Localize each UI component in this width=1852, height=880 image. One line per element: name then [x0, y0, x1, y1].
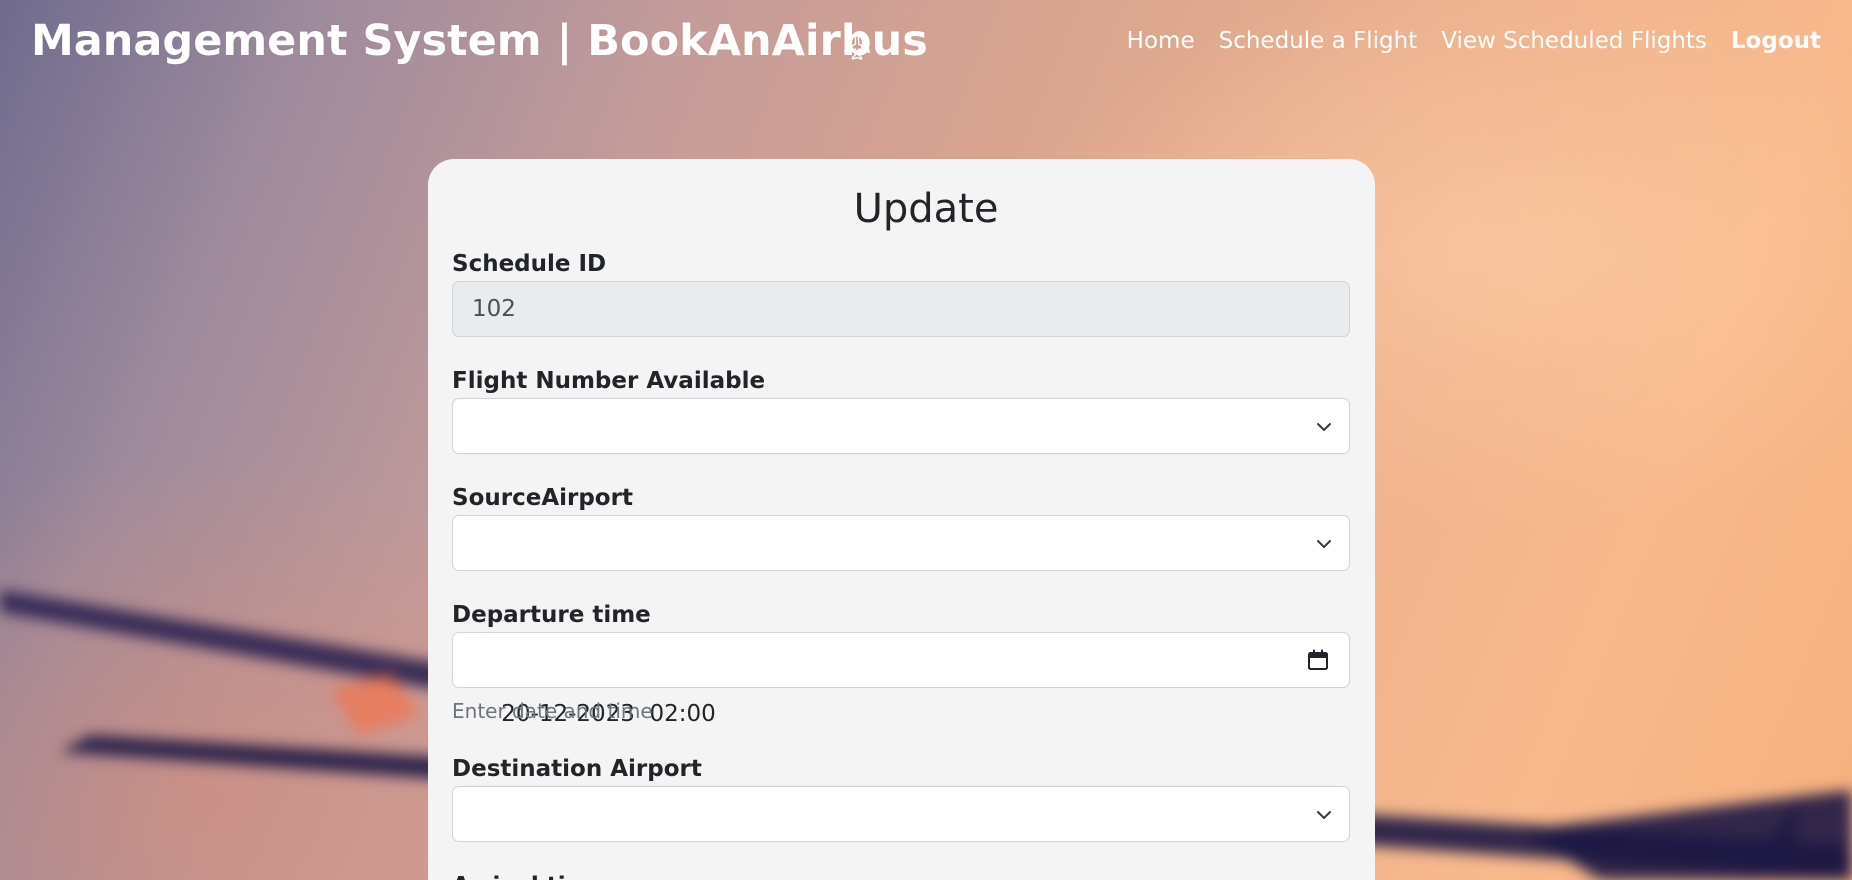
- departure-time-help: Enter date and time: [452, 699, 653, 723]
- calendar-icon[interactable]: [1306, 648, 1330, 672]
- nav-link-home[interactable]: Home: [1127, 24, 1195, 58]
- nav-link-schedule-flight[interactable]: Schedule a Flight: [1219, 24, 1418, 58]
- flight-number-label: Flight Number Available: [452, 368, 766, 394]
- chevron-down-icon: [1317, 423, 1331, 431]
- airplane-icon: [844, 34, 870, 60]
- destination-airport-label: Destination Airport: [452, 756, 702, 782]
- flight-number-select[interactable]: [452, 398, 1350, 454]
- nav-link-logout[interactable]: Logout: [1731, 24, 1821, 58]
- source-airport-select[interactable]: [452, 515, 1350, 571]
- nav-links: Home Schedule a Flight View Scheduled Fl…: [1127, 24, 1821, 58]
- brand-title[interactable]: Management System | BookAnAirbus: [31, 12, 928, 70]
- navbar: Management System | BookAnAirbus Home Sc…: [0, 0, 1852, 84]
- source-airport-label: SourceAirport: [452, 485, 633, 511]
- page: Management System | BookAnAirbus Home Sc…: [0, 0, 1852, 880]
- arrival-time-label: Arrival time: [452, 871, 605, 880]
- form-title: Update: [853, 186, 999, 232]
- nav-link-view-scheduled-flights[interactable]: View Scheduled Flights: [1441, 24, 1707, 58]
- schedule-id-value: 102: [472, 296, 516, 322]
- chevron-down-icon: [1317, 811, 1331, 819]
- chevron-down-icon: [1317, 540, 1331, 548]
- destination-airport-select[interactable]: [452, 786, 1350, 842]
- schedule-id-label: Schedule ID: [452, 251, 607, 277]
- schedule-id-input: 102: [452, 281, 1350, 337]
- departure-time-label: Departure time: [452, 602, 651, 628]
- departure-time-input[interactable]: 20-12-2023 02:00: [452, 632, 1350, 727]
